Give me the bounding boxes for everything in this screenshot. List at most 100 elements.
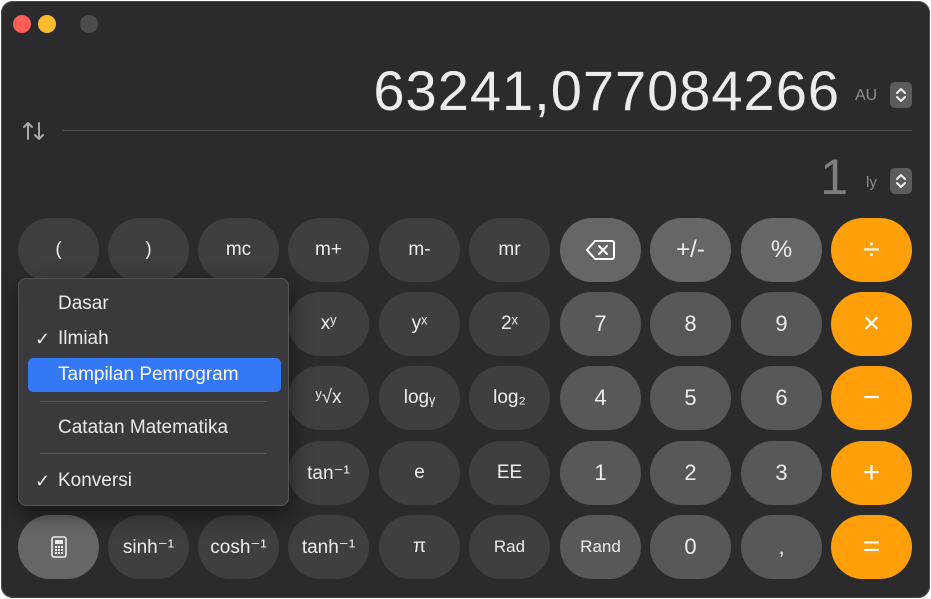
key-label: π (412, 536, 427, 557)
secondary-unit-selector[interactable] (890, 168, 912, 194)
digit-3-key[interactable]: 3 (741, 441, 822, 505)
menu-item-label: Tampilan Pemrogram (58, 364, 239, 385)
random-key[interactable]: Rand (560, 515, 641, 579)
digit-6-key[interactable]: 6 (741, 366, 822, 430)
add-key[interactable]: + (831, 441, 912, 505)
memory-recall-key[interactable]: mr (469, 218, 550, 282)
key-label: = (862, 530, 881, 563)
key-label: xʸ (320, 313, 337, 334)
delete-backward-icon (585, 240, 615, 260)
arctanh-key[interactable]: tanh⁻¹ (288, 515, 369, 579)
key-label: mc (225, 239, 252, 260)
key-label: cosh⁻¹ (210, 536, 267, 558)
arcsinh-key[interactable]: sinh⁻¹ (108, 515, 189, 579)
key-label: 8 (684, 311, 697, 336)
secondary-display-value: 1 (820, 149, 848, 205)
key-label: ) (145, 239, 152, 260)
menu-item-label: Ilmiah (58, 328, 109, 349)
key-label: sinh⁻¹ (122, 536, 175, 558)
digit-5-key[interactable]: 5 (650, 366, 731, 430)
swap-units-icon[interactable] (21, 119, 47, 143)
key-label: × (862, 307, 881, 340)
x-power-y-key[interactable]: xʸ (288, 292, 369, 356)
display-divider (63, 130, 912, 131)
digit-1-key[interactable]: 1 (560, 441, 641, 505)
calculator-mode-menu: Dasar ✓ Ilmiah Tampilan Pemrogram Catata… (18, 278, 289, 506)
exponent-ee-key[interactable]: EE (469, 441, 550, 505)
key-label: , (778, 534, 785, 559)
key-label: 2ˣ (501, 313, 518, 334)
radian-mode-key[interactable]: Rad (469, 515, 550, 579)
key-label: tan⁻¹ (307, 462, 350, 484)
key-label: 3 (775, 460, 788, 485)
arccosh-key[interactable]: cosh⁻¹ (198, 515, 279, 579)
key-label: log₂ (493, 387, 526, 408)
digit-8-key[interactable]: 8 (650, 292, 731, 356)
key-label: m+ (315, 239, 342, 260)
key-label: ʸ√x (315, 387, 342, 408)
close-paren-key[interactable]: ) (108, 218, 189, 282)
key-label: m- (408, 239, 431, 260)
key-label: % (770, 236, 793, 263)
menu-separator (40, 401, 267, 402)
menu-item-scientific[interactable]: ✓ Ilmiah (28, 322, 281, 356)
digit-9-key[interactable]: 9 (741, 292, 822, 356)
menu-item-label: Catatan Matematika (58, 417, 229, 438)
key-label: 5 (684, 385, 697, 410)
chevron-up-down-icon (896, 174, 906, 188)
menu-item-programmer[interactable]: Tampilan Pemrogram (28, 358, 281, 392)
key-label: +/- (676, 236, 705, 263)
key-label: EE (496, 462, 523, 483)
equals-key[interactable]: = (831, 515, 912, 579)
memory-add-key[interactable]: m+ (288, 218, 369, 282)
zoom-window-button[interactable] (80, 15, 98, 33)
digit-4-key[interactable]: 4 (560, 366, 641, 430)
minimize-window-button[interactable] (38, 15, 56, 33)
digit-2-key[interactable]: 2 (650, 441, 731, 505)
secondary-unit-label: ly (866, 174, 877, 191)
calculator-icon (50, 536, 67, 558)
plus-minus-key[interactable]: +/- (650, 218, 731, 282)
digit-0-key[interactable]: 0 (650, 515, 731, 579)
key-label: 4 (594, 385, 607, 410)
chevron-up-down-icon (896, 88, 906, 102)
multiply-key[interactable]: × (831, 292, 912, 356)
y-root-x-key[interactable]: ʸ√x (288, 366, 369, 430)
arctan-key[interactable]: tan⁻¹ (288, 441, 369, 505)
key-label: + (862, 456, 881, 489)
open-paren-key[interactable]: ( (18, 218, 99, 282)
menu-separator (40, 453, 267, 454)
key-label: e (414, 462, 425, 483)
primary-unit-label: AU (855, 87, 878, 104)
memory-subtract-key[interactable]: m- (379, 218, 460, 282)
close-window-button[interactable] (13, 15, 31, 33)
key-label: − (862, 381, 881, 414)
primary-unit-selector[interactable] (890, 82, 912, 108)
calculator-mode-button[interactable] (18, 515, 99, 579)
key-label: ( (55, 239, 62, 260)
checkmark-icon: ✓ (35, 471, 51, 491)
menu-item-label: Dasar (58, 293, 109, 314)
divide-key[interactable]: ÷ (831, 218, 912, 282)
euler-e-key[interactable]: e (379, 441, 460, 505)
menu-item-math-notes[interactable]: Catatan Matematika (28, 411, 281, 445)
key-label: 7 (594, 311, 607, 336)
menu-item-label: Konversi (58, 470, 132, 491)
key-label: Rand (580, 537, 621, 556)
memory-clear-key[interactable]: mc (198, 218, 279, 282)
menu-item-basic[interactable]: Dasar (28, 287, 281, 321)
menu-item-conversion[interactable]: ✓ Konversi (28, 464, 281, 498)
calculator-window: 63241,077084266 AU 1 ly ( ) mc m+ m- mr … (1, 1, 930, 598)
pi-key[interactable]: π (379, 515, 460, 579)
backspace-key[interactable] (560, 218, 641, 282)
decimal-comma-key[interactable]: , (741, 515, 822, 579)
digit-7-key[interactable]: 7 (560, 292, 641, 356)
y-power-x-key[interactable]: yˣ (379, 292, 460, 356)
log-y-key[interactable]: logᵧ (379, 366, 460, 430)
log-2-key[interactable]: log₂ (469, 366, 550, 430)
key-label: logᵧ (403, 387, 436, 408)
checkmark-icon: ✓ (35, 329, 51, 349)
two-power-x-key[interactable]: 2ˣ (469, 292, 550, 356)
percent-key[interactable]: % (741, 218, 822, 282)
subtract-key[interactable]: − (831, 366, 912, 430)
